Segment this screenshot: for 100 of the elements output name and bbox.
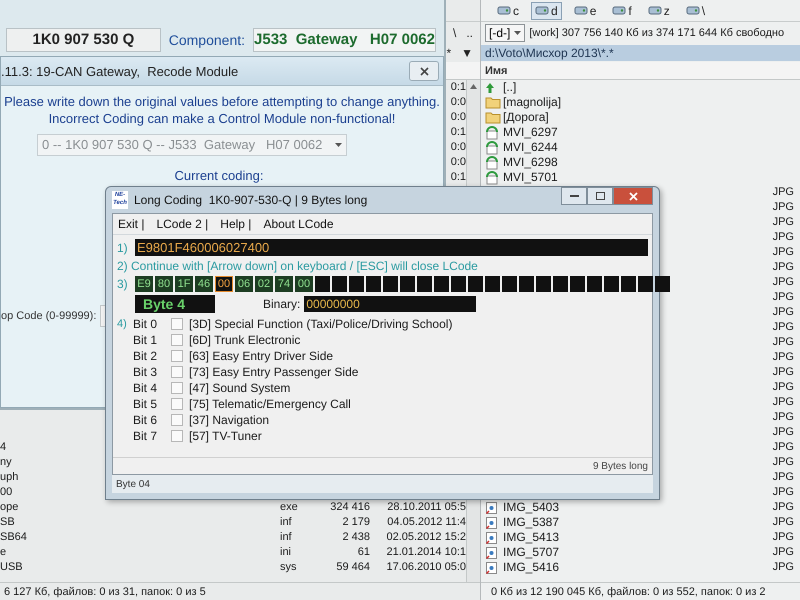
checkbox[interactable] <box>171 414 183 426</box>
drive-button[interactable]: \ <box>682 2 710 20</box>
byte-cell[interactable]: 02 <box>255 276 273 292</box>
instruction-text: 2) Continue with [Arrow down] on keyboard / [ESC] will close LCode <box>117 259 479 273</box>
drive-button[interactable]: f <box>608 2 636 20</box>
file-name[interactable]: MVI_6297 <box>503 125 558 140</box>
empty-byte-cell <box>655 276 670 292</box>
filter-button[interactable]: * <box>443 46 454 60</box>
file-name[interactable]: MVI_6298 <box>503 155 558 170</box>
file-name[interactable]: [Дорога] <box>503 110 549 125</box>
file-extension: JPG <box>772 410 795 425</box>
empty-byte-cell <box>315 276 330 292</box>
column-header[interactable]: Имя <box>485 64 508 76</box>
file-date: 0:0 <box>450 110 466 125</box>
bit-description: [3D] Special Function (Taxi/Police/Driving School) <box>189 317 452 331</box>
filter-button[interactable]: ▼ <box>458 46 476 60</box>
file-name[interactable]: SB64 <box>0 530 27 545</box>
file-extension: JPG <box>772 245 795 260</box>
checkbox[interactable] <box>171 382 183 394</box>
byte-cell[interactable]: 06 <box>235 276 253 292</box>
file-name[interactable]: uph <box>0 470 18 485</box>
close-button[interactable] <box>613 187 653 205</box>
file-size: 2 438 <box>342 530 370 545</box>
file-date: 0:1 <box>450 80 466 95</box>
file-extension: JPG <box>772 485 795 500</box>
drive-dropdown[interactable]: [-d-] <box>485 24 526 42</box>
scroll-up-icon <box>470 84 477 89</box>
byte-cell[interactable]: E9 <box>135 276 153 292</box>
checkbox[interactable] <box>171 350 183 362</box>
file-extension: sys <box>279 560 296 575</box>
byte-cell[interactable]: 00 <box>215 276 233 292</box>
drive-button[interactable]: d <box>531 2 562 20</box>
minimize-button[interactable] <box>561 187 587 205</box>
disk-drive-icon <box>648 5 662 16</box>
file-extension: JPG <box>772 305 795 320</box>
file-name[interactable]: IMG_5413 <box>503 530 560 545</box>
file-date: 04.05.2012 11:4 <box>387 515 466 530</box>
file-size: 2 179 <box>342 515 370 530</box>
file-name[interactable]: ope <box>0 500 18 515</box>
byte-cell[interactable]: 74 <box>275 276 293 292</box>
path-button[interactable]: \ <box>450 26 460 40</box>
file-name[interactable]: [..] <box>503 80 516 95</box>
file-name[interactable]: SB <box>0 515 15 530</box>
byte-cell[interactable]: 00 <box>295 276 313 292</box>
empty-byte-cell <box>485 276 500 292</box>
file-name[interactable]: MVI_6244 <box>503 140 558 155</box>
file-name[interactable]: USB <box>0 560 23 575</box>
empty-byte-cell <box>638 276 653 292</box>
drive-button[interactable]: z <box>644 2 674 20</box>
menu-item[interactable]: LCode 2 | <box>153 217 212 231</box>
file-name[interactable]: [magnolija] <box>503 95 562 110</box>
file-extension: JPG <box>772 230 795 245</box>
menu-item[interactable]: Exit | <box>115 217 148 231</box>
close-button[interactable] <box>409 61 439 81</box>
drive-button[interactable]: c <box>493 2 523 20</box>
caret-icon <box>335 143 342 147</box>
image-file-icon <box>485 546 498 560</box>
file-name[interactable]: IMG_5416 <box>503 560 560 575</box>
file-date: 0:1 <box>450 170 466 185</box>
empty-byte-cell <box>536 276 551 292</box>
step-number: 1) <box>117 240 129 254</box>
maximize-button[interactable] <box>587 187 613 205</box>
menu-item[interactable]: About LCode <box>260 217 336 231</box>
file-size: 324 416 <box>330 500 370 515</box>
folder-icon <box>485 96 501 109</box>
file-name[interactable]: IMG_5403 <box>503 500 560 515</box>
byte-cell[interactable]: 46 <box>195 276 213 292</box>
path-field[interactable]: d:\Voto\Мисхор 2013\*.* <box>481 45 800 61</box>
checkbox[interactable] <box>171 398 183 410</box>
file-extension: inf <box>279 515 292 530</box>
video-file-icon <box>485 156 499 170</box>
file-size: 61 <box>358 545 370 560</box>
bit-description: [75] Telematic/Emergency Call <box>189 397 351 411</box>
path-button[interactable]: .. <box>463 26 476 40</box>
file-name[interactable]: IMG_5707 <box>503 545 560 560</box>
file-extension: JPG <box>772 425 795 440</box>
menu-item[interactable]: Help | <box>217 217 254 231</box>
current-coding-label: Current coding: <box>174 168 264 183</box>
empty-byte-cell <box>400 276 415 292</box>
file-name[interactable]: 4 <box>0 440 6 455</box>
drive-button[interactable]: e <box>570 2 600 20</box>
bit-label: Bit 3 <box>133 365 158 379</box>
file-name[interactable]: ny <box>0 455 12 470</box>
window-title: .11.3: 19-CAN Gateway, Recode Module <box>1 64 238 78</box>
panel-status: 6 127 Кб, файлов: 0 из 31, папок: 0 из 5 <box>0 582 480 600</box>
file-name[interactable]: 00 <box>0 485 12 500</box>
checkbox[interactable] <box>171 318 183 330</box>
byte-cell[interactable]: 80 <box>155 276 173 292</box>
byte-cell[interactable]: 1F <box>175 276 193 292</box>
coding-field[interactable]: E9801F460006027400 <box>135 239 648 256</box>
checkbox[interactable] <box>171 334 183 346</box>
file-extension: JPG <box>772 215 795 230</box>
bit-label: Bit 6 <box>133 413 158 427</box>
minimize-icon <box>570 194 578 198</box>
component-field: J533 Gateway H07 0062 <box>253 28 436 52</box>
checkbox[interactable] <box>171 430 183 442</box>
file-name[interactable]: MVI_5701 <box>503 170 558 185</box>
file-name[interactable]: e <box>0 545 6 560</box>
checkbox[interactable] <box>171 366 183 378</box>
file-name[interactable]: IMG_5387 <box>503 515 560 530</box>
